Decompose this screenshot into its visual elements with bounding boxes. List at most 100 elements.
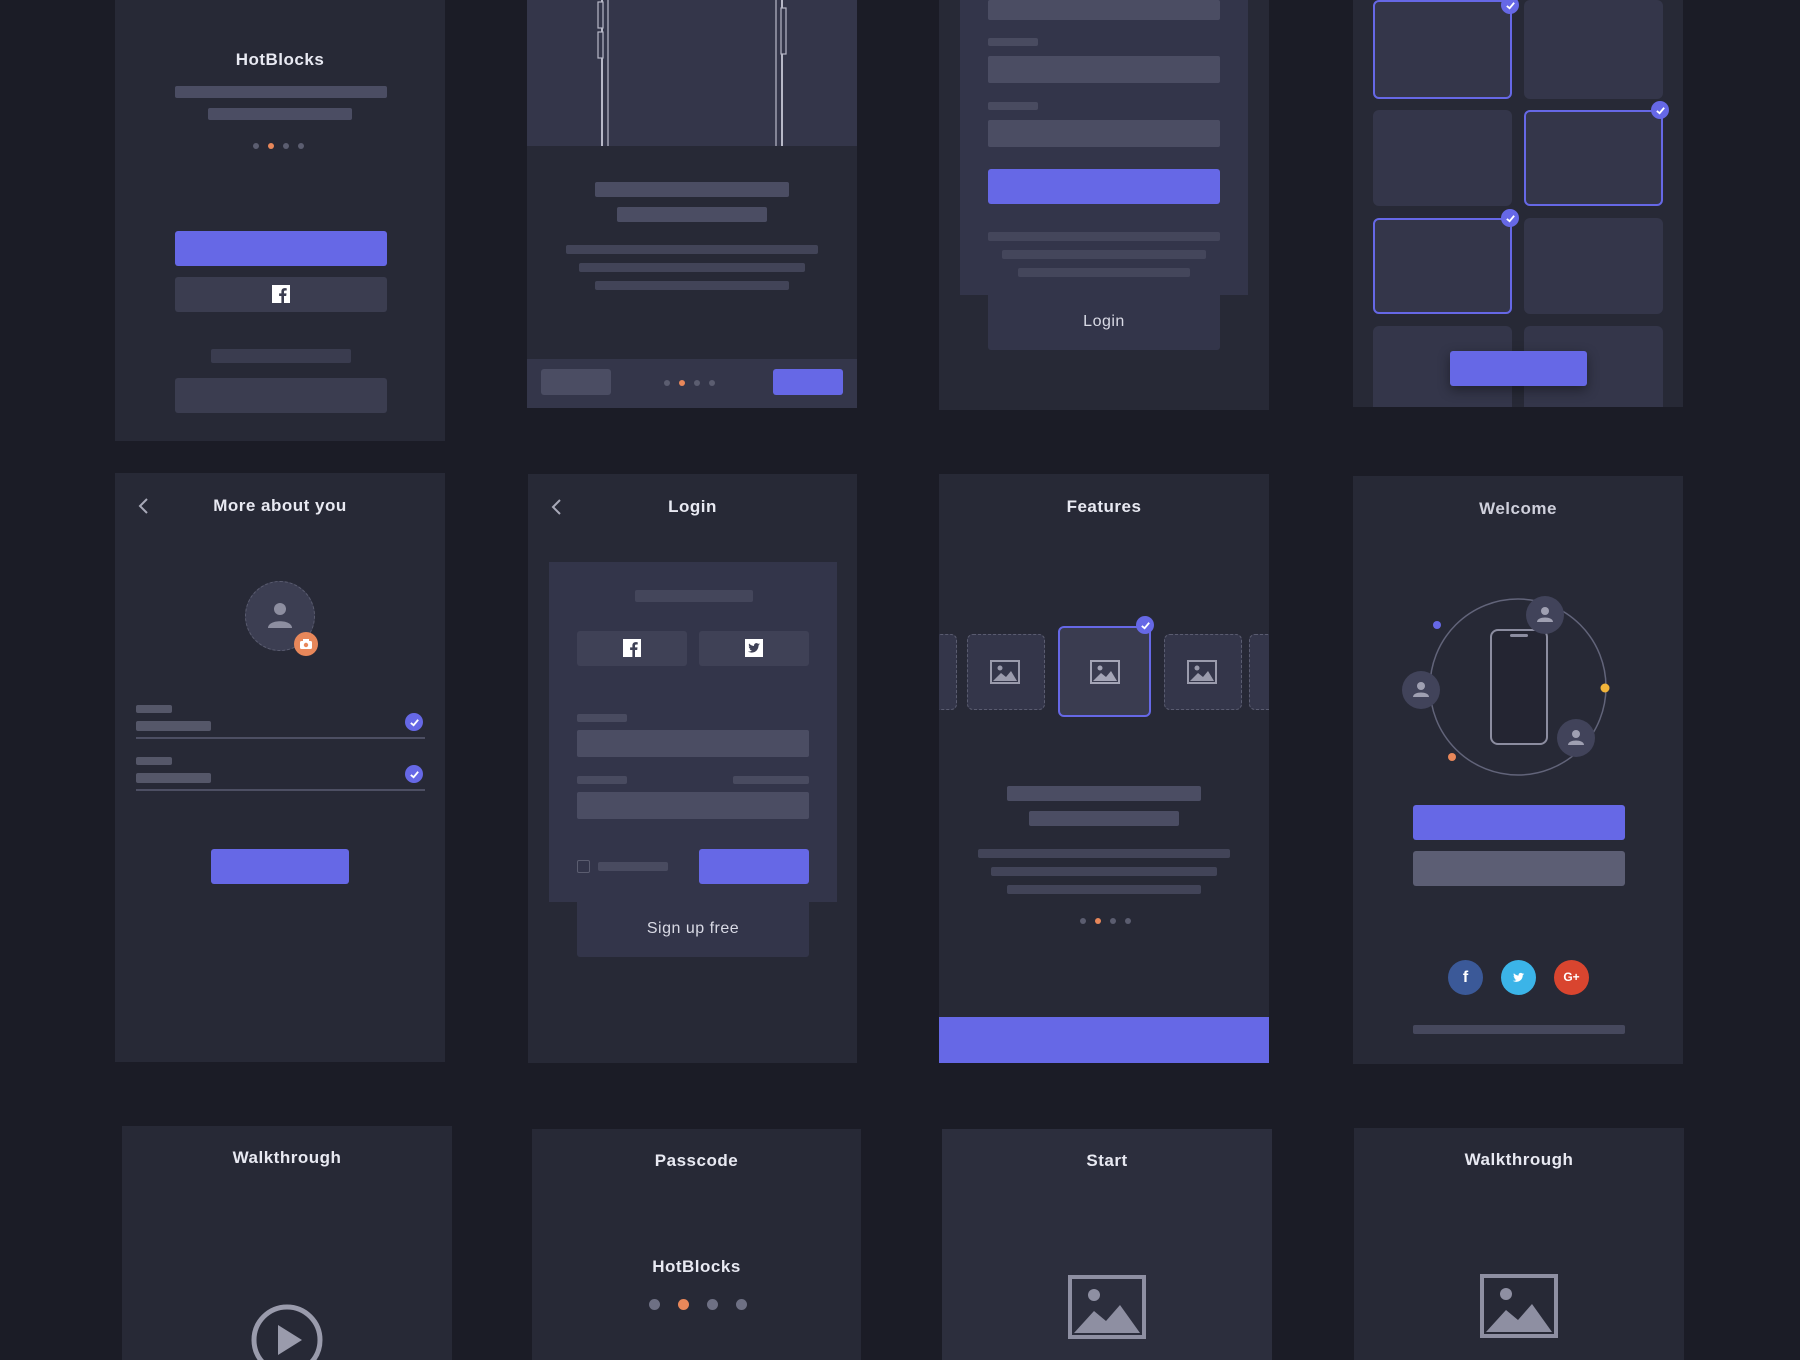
grid-tile-selected[interactable]	[1373, 0, 1512, 99]
phone-outline	[597, 0, 787, 146]
password-field[interactable]	[577, 792, 809, 819]
screen-walkthrough-image: Walkthrough	[1354, 1128, 1684, 1360]
page-dot-active	[1095, 918, 1101, 924]
twitter-button[interactable]	[1501, 960, 1536, 995]
feature-card[interactable]	[1164, 634, 1242, 710]
text-placeholder	[1002, 250, 1206, 259]
field-label	[577, 776, 627, 784]
twitter-icon	[745, 639, 763, 657]
input-field[interactable]	[988, 120, 1220, 147]
brand-title: HotBlocks	[235, 50, 325, 69]
grid-tile-selected[interactable]	[1524, 110, 1663, 206]
screen-login: Login Sign up free	[528, 474, 857, 1063]
field-label	[988, 102, 1038, 110]
page-dot	[298, 143, 304, 149]
passcode-dot	[649, 1299, 660, 1310]
field-label	[577, 714, 627, 722]
text-placeholder	[1413, 1025, 1625, 1034]
skip-button[interactable]	[541, 369, 611, 395]
screen-more-about-you: More about you	[115, 473, 445, 1062]
page-dot	[1125, 918, 1131, 924]
continue-button[interactable]	[211, 849, 349, 884]
page-dot	[694, 380, 700, 386]
remember-checkbox[interactable]	[577, 860, 590, 873]
screen-onboarding	[527, 0, 857, 408]
text-placeholder	[595, 182, 789, 197]
continue-bar-button[interactable]	[939, 1017, 1269, 1063]
input-field[interactable]	[988, 56, 1220, 83]
facebook-icon	[272, 285, 290, 303]
field-value	[136, 773, 211, 783]
text-placeholder	[566, 245, 818, 254]
field-underline	[136, 789, 425, 791]
text-placeholder	[1018, 268, 1190, 277]
facebook-login-button[interactable]	[577, 631, 687, 666]
secondary-button[interactable]	[175, 378, 387, 413]
check-icon	[1651, 101, 1669, 119]
text-placeholder	[617, 207, 767, 222]
grid-tile[interactable]	[1524, 218, 1663, 314]
get-started-button[interactable]	[1413, 805, 1625, 840]
field-underline	[136, 737, 425, 739]
facebook-button[interactable]: f	[1448, 960, 1483, 995]
camera-icon[interactable]	[294, 632, 318, 656]
google-plus-button[interactable]: G+	[1554, 960, 1589, 995]
login-button-label: Login	[1083, 313, 1125, 330]
passcode-indicator	[649, 1299, 747, 1310]
play-icon[interactable]	[251, 1304, 323, 1360]
page-indicator	[664, 380, 715, 386]
twitter-icon	[1512, 972, 1525, 982]
page-dot	[283, 143, 289, 149]
user-icon	[1526, 596, 1564, 634]
page-title: Walkthrough	[1464, 1150, 1574, 1169]
feature-card-selected[interactable]	[1058, 626, 1151, 717]
continue-button[interactable]	[1450, 351, 1587, 386]
hero-image-area	[527, 0, 857, 146]
page-title: More about you	[213, 496, 347, 515]
email-field[interactable]	[577, 730, 809, 757]
page-dot	[709, 380, 715, 386]
user-icon	[1402, 671, 1440, 709]
text-placeholder	[1029, 811, 1179, 826]
facebook-login-button[interactable]	[175, 277, 387, 312]
image-icon	[990, 660, 1020, 684]
secondary-button[interactable]	[1413, 851, 1625, 886]
page-title: Passcode	[654, 1151, 739, 1170]
next-button[interactable]	[773, 369, 843, 395]
login-submit-button[interactable]	[699, 849, 809, 884]
feature-card[interactable]	[1249, 634, 1269, 710]
page-dot-active	[679, 380, 685, 386]
page-title: Welcome	[1479, 499, 1557, 518]
text-placeholder	[635, 590, 753, 602]
login-button[interactable]: Login	[988, 295, 1220, 350]
text-placeholder	[988, 232, 1220, 241]
screen-passcode: Passcode HotBlocks	[532, 1129, 861, 1360]
avatar[interactable]	[245, 581, 318, 656]
passcode-dot	[736, 1299, 747, 1310]
forgot-password-link[interactable]	[733, 776, 809, 784]
text-placeholder	[978, 849, 1230, 858]
login-panel	[549, 562, 837, 902]
input-field[interactable]	[988, 0, 1220, 20]
image-icon	[1187, 660, 1217, 684]
grid-tile[interactable]	[1524, 0, 1663, 99]
primary-button[interactable]	[175, 231, 387, 266]
screen-welcome: Welcome f G+	[1353, 476, 1683, 1064]
feature-card[interactable]	[967, 634, 1045, 710]
feature-card[interactable]	[939, 634, 957, 710]
passcode-dot	[707, 1299, 718, 1310]
twitter-login-button[interactable]	[699, 631, 809, 666]
submit-button[interactable]	[988, 169, 1220, 204]
remember-label	[598, 862, 668, 871]
screen-interest-grid	[1353, 0, 1683, 407]
screen-features: Features	[939, 474, 1269, 1063]
facebook-icon	[623, 639, 641, 657]
grid-tile[interactable]	[1373, 110, 1512, 206]
grid-tile-selected[interactable]	[1373, 218, 1512, 314]
text-placeholder	[595, 281, 789, 290]
screen-hotblocks-splash: HotBlocks	[115, 0, 445, 441]
signup-button[interactable]: Sign up free	[577, 902, 809, 957]
text-placeholder	[1007, 885, 1201, 894]
screen-walkthrough-video: Walkthrough	[122, 1126, 452, 1360]
text-placeholder	[1007, 786, 1201, 801]
